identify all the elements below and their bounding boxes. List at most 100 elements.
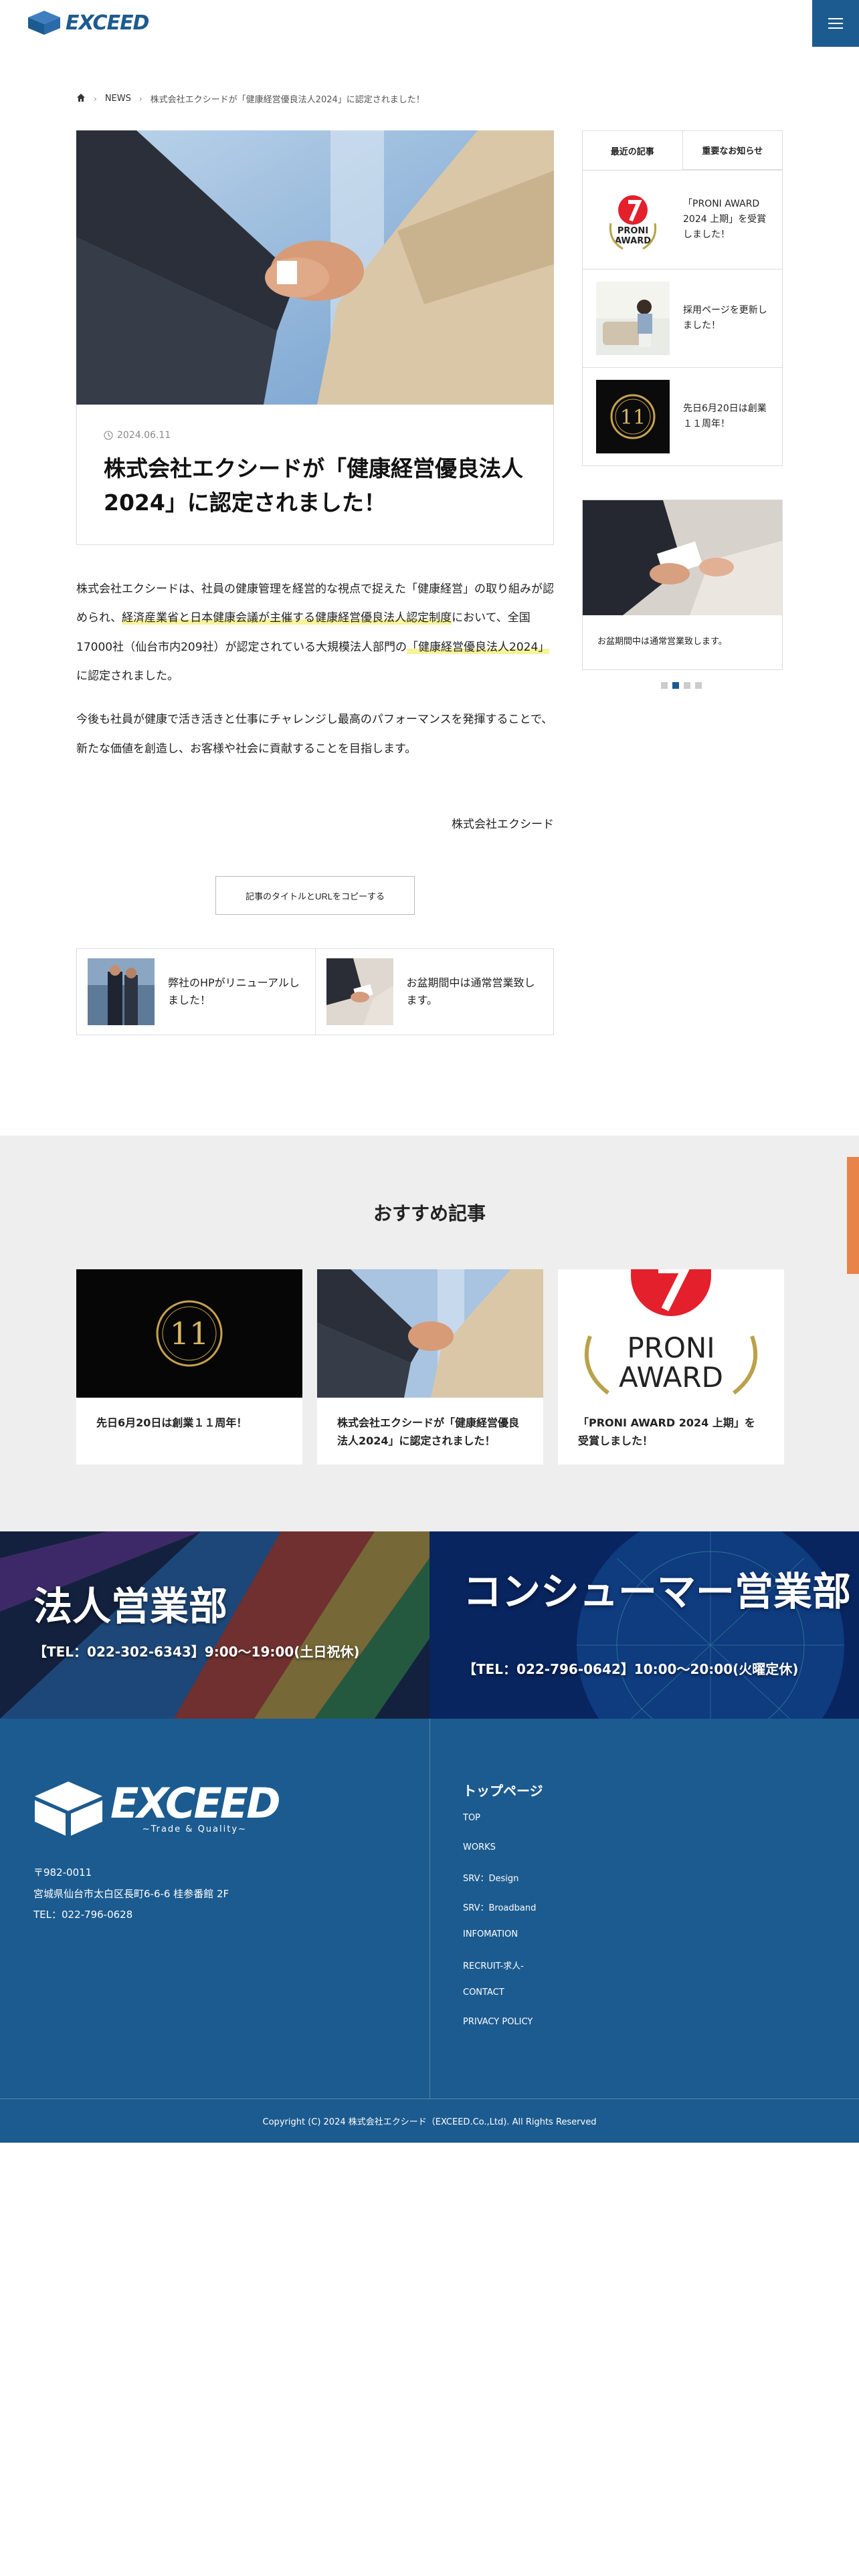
slider-dot[interactable]: [661, 682, 668, 689]
anniversary-image: 11: [76, 1269, 302, 1398]
logo-mark-icon: [35, 1782, 102, 1836]
recent-post-item[interactable]: 採用ページを更新しました！: [583, 269, 782, 367]
prev-next-nav: 弊社のHPがリニューアルしました！ お盆期間中は通常営業致します。: [76, 948, 554, 1035]
breadcrumb: › NEWS › 株式会社エクシードが「健康経営優良法人2024」に認定されまし…: [76, 92, 425, 105]
footer-address: 〒982-0011 宮城県仙台市太白区長町6-6-6 桂参番館 2F TEL：0…: [33, 1862, 229, 1926]
recent-posts-list: PRONI AWARD 「PRONI AWARD 2024 上期」を受賞しました！…: [582, 171, 783, 466]
tab-important-notices[interactable]: 重要なお知らせ: [682, 131, 782, 170]
recent-post-item[interactable]: 11 先日6月20日は創業１１周年！: [583, 367, 782, 465]
logo-text: EXCEED: [66, 11, 149, 35]
corporate-sales-banner[interactable]: 法人営業部 【TEL：022-302-6343】9:00〜19:00(土日祝休): [0, 1531, 430, 1719]
copyright-bar: Copyright (C) 2024 株式会社エクシード（EXCEED.Co.,…: [0, 2099, 859, 2143]
site-header: EXCEED: [0, 0, 859, 47]
footer-tel: TEL：022-796-0628: [33, 1909, 133, 1921]
proni-award-image: PRONI AWARD: [558, 1269, 784, 1398]
recent-post-title: 「PRONI AWARD 2024 上期」を受賞しました！: [683, 198, 767, 241]
recommended-card[interactable]: PRONI AWARD 「PRONI AWARD 2024 上期」を受賞しました！: [558, 1269, 784, 1465]
next-article-thumbnail: [326, 958, 393, 1025]
footer-link-srv-broadband[interactable]: SRV：Broadband: [463, 1903, 536, 1913]
recent-post-title: 採用ページを更新しました！: [683, 304, 767, 331]
next-article-link[interactable]: お盆期間中は通常営業致します。: [314, 949, 554, 1035]
recent-post-title: 先日6月20日は創業１１周年！: [683, 403, 767, 429]
footer-logo-tagline: ~Trade & Quality~: [142, 1824, 247, 1834]
article-signature: 株式会社エクシード: [452, 818, 554, 831]
post-date-text: 2024.06.11: [117, 430, 171, 441]
proni-award-thumbnail: PRONI AWARD: [596, 183, 670, 257]
banner-caption: お盆期間中は通常営業致します。: [597, 637, 727, 647]
footer-link-srv-design[interactable]: SRV：Design: [463, 1874, 518, 1884]
tab-recent-posts[interactable]: 最近の記事: [583, 131, 682, 170]
prev-article-thumbnail: [88, 958, 155, 1025]
article-hero-image: [76, 130, 554, 405]
recommended-card-title: 株式会社エクシードが「健康経営優良法人2024」に認定されました！: [337, 1416, 520, 1448]
next-article-title: お盆期間中は通常営業致します。: [406, 976, 535, 1006]
svg-text:11: 11: [620, 406, 646, 429]
breadcrumb-separator-icon: ›: [94, 94, 97, 104]
article-paragraph: 株式会社エクシードは、社員の健康管理を経営的な視点で捉えた「健康経営」の取り組み…: [76, 582, 554, 683]
site-footer: EXCEED ~Trade & Quality~ 〒982-0011 宮城県仙台…: [0, 1719, 859, 2099]
breadcrumb-separator-icon: ›: [138, 94, 142, 104]
recommended-card[interactable]: 11 先日6月20日は創業１１周年！: [76, 1269, 302, 1465]
recruit-page-thumbnail: [596, 282, 670, 355]
consumer-sales-banner[interactable]: コンシューマー営業部 【TEL：022-796-0642】10:00〜20:00…: [430, 1531, 859, 1719]
recommended-card[interactable]: 株式会社エクシードが「健康経営優良法人2024」に認定されました！: [317, 1269, 543, 1465]
slider-dot-active[interactable]: [672, 682, 679, 689]
footer-link-recruit[interactable]: RECRUIT-求人-: [463, 1961, 524, 1971]
home-icon[interactable]: [76, 93, 86, 105]
article-title: 株式会社エクシードが「健康経営優良法人2024」に認定されました！: [104, 455, 523, 516]
copyright-text: Copyright (C) 2024 株式会社エクシード（EXCEED.Co.,…: [262, 2117, 597, 2127]
recommended-section: おすすめ記事 11 先日6月20日は創業１１周年！ 株式会社エクシードが「健康経…: [0, 1136, 859, 1531]
footer-street-address: 宮城県仙台市太白区長町6-6-6 桂参番館 2F: [33, 1887, 229, 1900]
footer-link-top[interactable]: TOP: [463, 1813, 480, 1823]
footer-link-privacy-policy[interactable]: PRIVACY POLICY: [463, 2017, 533, 2027]
recommended-card-title: 「PRONI AWARD 2024 上期」を受賞しました！: [578, 1416, 755, 1448]
breadcrumb-news-link[interactable]: NEWS: [105, 94, 131, 104]
svg-text:PRONI: PRONI: [627, 1331, 714, 1364]
article-title-box: 2024.06.11 株式会社エクシードが「健康経営優良法人2024」に認定され…: [76, 405, 554, 545]
copy-title-url-button[interactable]: 記事のタイトルとURLをコピーする: [215, 876, 415, 915]
logo-mark-icon: [28, 11, 60, 35]
slider-dot[interactable]: [695, 682, 702, 689]
breadcrumb-current: 株式会社エクシードが「健康経営優良法人2024」に認定されました！: [150, 95, 425, 105]
prev-article-title: 弊社のHPがリニューアルしました！: [168, 976, 300, 1006]
banner-image: [583, 500, 782, 615]
anniversary-thumbnail: 11: [596, 380, 670, 453]
sales-banners: 法人営業部 【TEL：022-302-6343】9:00〜19:00(土日祝休)…: [0, 1531, 859, 1719]
footer-postal-code: 〒982-0011: [33, 1866, 92, 1879]
svg-text:PRONI: PRONI: [617, 226, 648, 236]
footer-link-infomation[interactable]: INFOMATION: [463, 1929, 518, 1939]
article-body: 株式会社エクシードは、社員の健康管理を経営的な視点で捉えた「健康経営」の取り組み…: [76, 575, 554, 778]
highlight-text: 経済産業省と日本健康会議が主催する健康経営優良法人認定制度: [122, 611, 452, 625]
svg-text:11: 11: [170, 1315, 209, 1352]
recommended-cards: 11 先日6月20日は創業１１周年！ 株式会社エクシードが「健康経営優良法人20…: [76, 1269, 784, 1465]
footer-logo[interactable]: EXCEED ~Trade & Quality~: [33, 1779, 281, 1837]
svg-text:AWARD: AWARD: [619, 1361, 723, 1394]
site-logo[interactable]: EXCEED: [27, 9, 149, 36]
footer-link-works[interactable]: WORKS: [463, 1842, 496, 1852]
recent-post-item[interactable]: PRONI AWARD 「PRONI AWARD 2024 上期」を受賞しました！: [583, 171, 782, 269]
clock-icon: [104, 431, 113, 440]
corporate-sales-title: 法人営業部: [33, 1584, 228, 1629]
sidebar-slider-banner[interactable]: お盆期間中は通常営業致します。: [582, 500, 783, 670]
article-paragraph: 今後も社員が健康で活き活きと仕事にチャレンジし最高のパフォーマンスを発揮すること…: [76, 713, 553, 756]
highlight-text: 「健康経営優良法人2024」: [407, 640, 550, 654]
footer-link-contact[interactable]: CONTACT: [463, 1988, 504, 1998]
recommended-title: おすすめ記事: [373, 1202, 486, 1224]
recommended-card-title: 先日6月20日は創業１１周年！: [96, 1416, 248, 1429]
hamburger-icon: [828, 18, 843, 19]
consumer-sales-tel: 【TEL：022-796-0642】10:00〜20:00(火曜定休): [463, 1661, 799, 1677]
footer-nav-title[interactable]: トップページ: [463, 1780, 543, 1800]
footer-nav: トップページ TOP WORKS SRV：Design SRV：Broadban…: [463, 1780, 543, 2046]
consumer-sales-title: コンシューマー営業部: [463, 1569, 852, 1614]
hamburger-menu-button[interactable]: [812, 0, 859, 47]
svg-text:AWARD: AWARD: [615, 236, 651, 246]
sidebar-tabs: 最近の記事 重要なお知らせ: [582, 130, 783, 171]
prev-article-link[interactable]: 弊社のHPがリニューアルしました！: [77, 949, 315, 1035]
corporate-sales-tel: 【TEL：022-302-6343】9:00〜19:00(土日祝休): [33, 1644, 360, 1660]
footer-logo-text: EXCEED: [110, 1779, 281, 1828]
post-date: 2024.06.11: [104, 430, 527, 441]
floating-side-tab[interactable]: [847, 1157, 859, 1274]
slider-dot[interactable]: [684, 682, 690, 689]
handshake-image: [317, 1269, 543, 1398]
slider-dots: [661, 682, 702, 689]
